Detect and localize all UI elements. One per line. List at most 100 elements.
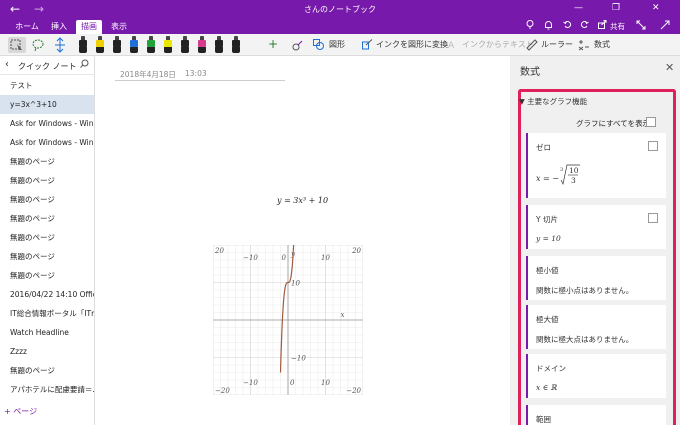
note-canvas[interactable]: 2018年4月18日 13:03 y = 3x³ + 10 20 20 −20 −20…	[95, 56, 510, 425]
y-intercept-value: y = 10	[536, 234, 561, 243]
graph-features-toggle[interactable]: ▼ 主要なグラフ機能	[519, 96, 587, 107]
page-time: 13:03	[185, 69, 207, 78]
back-chevron-icon[interactable]: ‹	[5, 59, 9, 70]
pen-1[interactable]	[95, 36, 105, 54]
select-tool-button[interactable]	[8, 37, 26, 53]
function-graph[interactable]: 20 20−20 −20−10 0 10−10 0 1010−10yx	[213, 245, 363, 395]
zero-checkbox[interactable]	[648, 141, 658, 151]
math-pane-title: 数式	[520, 67, 540, 78]
y-intercept-title: Y 切片	[536, 215, 558, 224]
page-list-item[interactable]: 2016/04/22 14:10 Offic...	[0, 285, 94, 304]
y-intercept-checkbox[interactable]	[648, 213, 658, 223]
ribbon-tabs: ホーム 挿入 描画 表示 共有	[0, 18, 680, 34]
page-list-item[interactable]: Ask for Windows - Win...	[0, 133, 94, 152]
more-icon[interactable]	[660, 20, 670, 33]
pen-color-swatch	[198, 40, 206, 47]
maximum-value: 関数に極大点はありません。	[536, 335, 634, 344]
page-list-item[interactable]: 無題のページ	[0, 247, 94, 266]
tick-label: −10	[243, 254, 258, 262]
convert-icon[interactable]	[292, 37, 304, 53]
page-list-item[interactable]: IT総合情報ポータル「ITm...	[0, 304, 94, 323]
maximum-card: 極大値 関数に極大点はありません。	[526, 305, 666, 349]
show-all-checkbox[interactable]	[646, 117, 656, 127]
page-list-item[interactable]: アパホテルに配慮要請＝...	[0, 380, 94, 399]
page-list-item[interactable]: Ask for Windows - Win...	[0, 114, 94, 133]
tick-label: −10	[243, 379, 258, 387]
pen-0[interactable]	[78, 36, 88, 54]
shapes-button[interactable]: 図形	[329, 37, 345, 53]
shapes-icon[interactable]	[313, 37, 324, 53]
tick-label: 10	[321, 379, 330, 387]
minimum-title: 極小値	[536, 266, 559, 275]
minimum-value: 関数に極小点はありません。	[536, 286, 634, 295]
page-list-pane: ‹ クイック ノート テスト y=3x^3+10 Ask for Windows -…	[0, 56, 95, 425]
tab-insert[interactable]: 挿入	[48, 20, 70, 34]
pen-6[interactable]	[180, 36, 190, 54]
ruler-icon[interactable]	[526, 37, 538, 53]
math-pane: 数式 ✕ ▼ 主要なグラフ機能 グラフにすべてを表示 ゼロ x = − 3 10…	[510, 56, 680, 425]
section-title: クイック ノート	[18, 62, 77, 71]
restore-button[interactable]: ❐	[612, 3, 620, 13]
redo-icon[interactable]	[580, 20, 589, 32]
tab-home[interactable]: ホーム	[14, 20, 40, 34]
pen-3[interactable]	[129, 36, 139, 54]
minimize-button[interactable]: —	[574, 3, 583, 13]
svg-text:10: 10	[569, 166, 579, 175]
close-pane-button[interactable]: ✕	[665, 61, 674, 74]
lightbulb-icon[interactable]	[526, 20, 534, 33]
pen-color-swatch	[181, 40, 189, 47]
math-button[interactable]: 数式	[594, 37, 610, 53]
pen-9[interactable]	[231, 36, 241, 54]
range-title: 範囲	[536, 415, 551, 424]
page-list-item[interactable]: 無題のページ	[0, 266, 94, 285]
ink-to-shape-button[interactable]: インクを図形に変換	[376, 37, 448, 53]
x-axis-label: x	[341, 311, 345, 319]
page-list-item[interactable]: 無題のページ	[0, 209, 94, 228]
page-list-item[interactable]: 無題のページ	[0, 171, 94, 190]
ink-to-text-icon: A	[448, 37, 459, 53]
lasso-icon[interactable]	[30, 37, 46, 53]
page-list-item[interactable]: 無題のページ	[0, 190, 94, 209]
add-pen-button[interactable]: +	[268, 36, 278, 52]
close-window-button[interactable]: ✕	[652, 3, 660, 13]
range-card: 範囲	[526, 405, 666, 425]
page-list-item[interactable]: y=3x^3+10	[0, 95, 94, 114]
page-list-item[interactable]: 無題のページ	[0, 361, 94, 380]
share-icon[interactable]	[598, 20, 607, 32]
tick-label: 10	[291, 280, 300, 288]
ruler-button[interactable]: ルーラー	[541, 37, 573, 53]
add-page-button[interactable]: + ページ	[4, 406, 37, 417]
pen-color-swatch	[147, 40, 155, 47]
fullscreen-icon[interactable]	[636, 20, 646, 33]
math-icon[interactable]	[578, 37, 590, 53]
pen-7[interactable]	[197, 36, 207, 54]
tick-label: −20	[346, 387, 361, 395]
page-list-item[interactable]: 無題のページ	[0, 228, 94, 247]
page-date: 2018年4月18日	[120, 70, 176, 79]
ink-to-shape-icon[interactable]	[362, 37, 373, 53]
pen-8[interactable]	[214, 36, 224, 54]
svg-text:3: 3	[560, 167, 563, 173]
pen-4[interactable]	[146, 36, 156, 54]
add-space-icon[interactable]	[52, 37, 68, 53]
page-list-item[interactable]: Zzzz	[0, 342, 94, 361]
share-button[interactable]: 共有	[610, 21, 625, 32]
page-list-item[interactable]: Watch Headline	[0, 323, 94, 342]
page-list-item[interactable]: 無題のページ	[0, 152, 94, 171]
tick-label: 0	[290, 379, 295, 387]
show-all-label: グラフにすべてを表示	[576, 119, 651, 128]
ink-to-text-button: インクからテキスト	[462, 40, 534, 49]
bell-icon[interactable]	[544, 20, 553, 33]
tab-draw[interactable]: 描画	[76, 20, 102, 34]
search-icon[interactable]	[80, 59, 89, 71]
undo-icon[interactable]	[563, 20, 572, 32]
pen-5[interactable]	[163, 36, 173, 54]
pen-color-swatch	[232, 40, 240, 47]
tick-label: 10	[321, 254, 330, 262]
tab-view[interactable]: 表示	[108, 20, 130, 34]
domain-value: x ∈ ℝ	[536, 383, 557, 392]
page-list-item[interactable]: テスト	[0, 76, 94, 95]
equation-text[interactable]: y = 3x³ + 10	[277, 196, 328, 205]
pen-2[interactable]	[112, 36, 122, 54]
tick-label: 20	[214, 247, 224, 255]
